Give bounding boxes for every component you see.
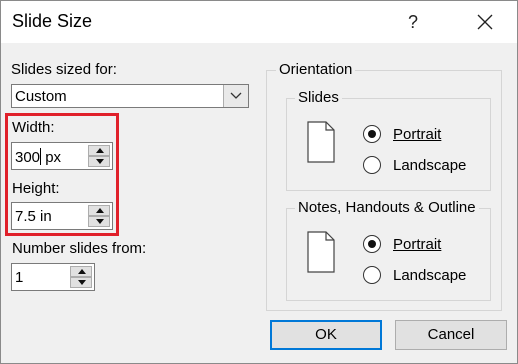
orientation-title: Orientation — [276, 61, 356, 78]
number-from-input[interactable]: 1 — [15, 269, 23, 286]
help-button[interactable]: ? — [393, 4, 433, 40]
number-from-spinner[interactable]: 1 — [11, 263, 95, 291]
height-decrease-button[interactable] — [88, 216, 110, 227]
number-spin-buttons — [70, 266, 92, 288]
width-decrease-button[interactable] — [88, 156, 110, 167]
dropdown-arrow-icon — [230, 92, 242, 99]
portrait-page-icon — [307, 121, 335, 163]
spin-down-icon — [96, 219, 104, 224]
slide-size-dialog: Slide Size ? Slides sized for: Custom Wi… — [0, 0, 518, 364]
number-increase-button[interactable] — [70, 266, 92, 277]
width-unit: px — [41, 149, 62, 166]
spin-up-icon — [96, 208, 104, 213]
ok-button[interactable]: OK — [270, 320, 382, 350]
spin-down-icon — [78, 280, 86, 285]
portrait-page-icon — [307, 231, 335, 273]
width-input[interactable]: 300 px — [15, 148, 61, 166]
cancel-button[interactable]: Cancel — [395, 320, 507, 350]
slides-landscape-radio[interactable] — [363, 156, 381, 174]
dropdown-arrow-button[interactable] — [223, 85, 248, 107]
sized-for-value: Custom — [15, 88, 67, 105]
width-increase-button[interactable] — [88, 145, 110, 156]
width-value: 300 — [15, 149, 41, 166]
close-button[interactable] — [463, 4, 507, 40]
notes-landscape-radio[interactable] — [363, 266, 381, 284]
notes-landscape-label[interactable]: Landscape — [393, 267, 466, 284]
height-spinner[interactable]: 7.5 in — [11, 202, 113, 230]
height-increase-button[interactable] — [88, 205, 110, 216]
slides-landscape-label[interactable]: Landscape — [393, 157, 466, 174]
width-spin-buttons — [88, 145, 110, 167]
title-bar: Slide Size ? — [1, 1, 517, 43]
radio-selected-dot — [368, 130, 376, 138]
dialog-title: Slide Size — [12, 11, 93, 31]
notes-orientation-group: Notes, Handouts & Outline Portrait Lands… — [286, 199, 491, 301]
slides-portrait-radio[interactable] — [363, 125, 381, 143]
orientation-group: Orientation Slides Portrait Landscape No… — [266, 61, 502, 311]
height-label: Height: — [12, 180, 60, 197]
spin-up-icon — [96, 148, 104, 153]
notes-group-title: Notes, Handouts & Outline — [295, 199, 479, 216]
close-icon — [477, 14, 493, 30]
slides-group-title: Slides — [295, 89, 342, 106]
notes-portrait-label[interactable]: Portrait — [393, 236, 441, 253]
number-decrease-button[interactable] — [70, 277, 92, 288]
sized-for-label: Slides sized for: — [11, 61, 117, 78]
slides-orientation-group: Slides Portrait Landscape — [286, 89, 491, 191]
slides-portrait-label[interactable]: Portrait — [393, 126, 441, 143]
number-from-label: Number slides from: — [12, 240, 147, 257]
notes-portrait-radio[interactable] — [363, 235, 381, 253]
spin-up-icon — [78, 269, 86, 274]
width-spinner[interactable]: 300 px — [11, 142, 113, 170]
radio-selected-dot — [368, 240, 376, 248]
height-input[interactable]: 7.5 in — [15, 208, 52, 225]
sized-for-dropdown[interactable]: Custom — [11, 84, 249, 108]
spin-down-icon — [96, 159, 104, 164]
width-label: Width: — [12, 119, 55, 136]
height-spin-buttons — [88, 205, 110, 227]
